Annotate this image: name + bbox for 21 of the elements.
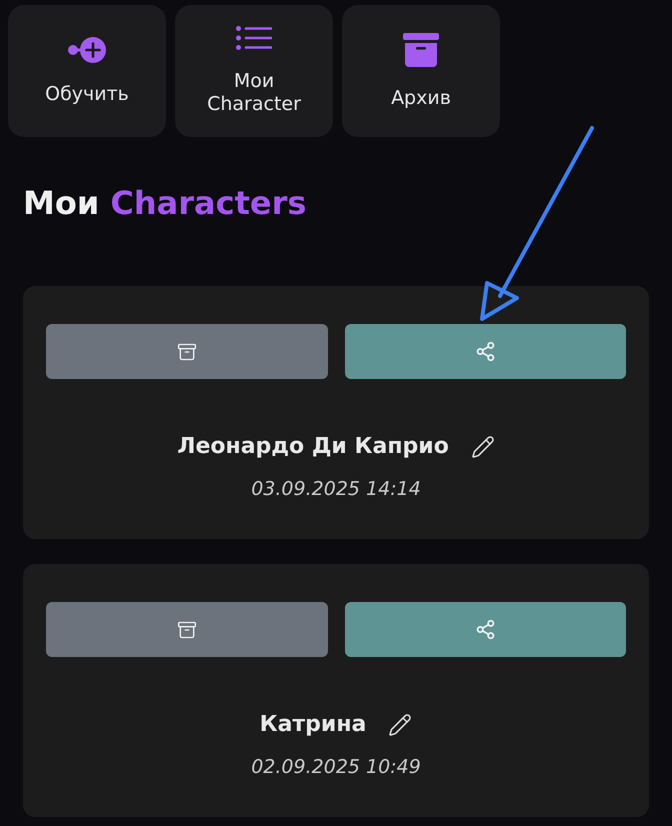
character-date: 02.09.2025 10:49 bbox=[251, 755, 421, 780]
quick-action-tile[interactable]: Архив bbox=[342, 5, 500, 137]
edit-pencil-icon[interactable] bbox=[470, 435, 495, 459]
archive-button[interactable] bbox=[46, 324, 328, 379]
character-name: Леонардо Ди Каприо bbox=[177, 433, 449, 461]
section-heading: Мои Characters bbox=[23, 183, 306, 223]
share-button[interactable] bbox=[344, 602, 626, 657]
archive-button[interactable] bbox=[46, 602, 328, 657]
share-icon bbox=[474, 619, 496, 640]
quick-action-tile[interactable]: Мои Character bbox=[175, 5, 333, 137]
list-icon bbox=[236, 26, 272, 50]
character-date: 03.09.2025 14:14 bbox=[251, 477, 421, 502]
archive-icon bbox=[176, 342, 197, 362]
archive-box-icon bbox=[403, 32, 439, 66]
archive-icon bbox=[176, 620, 197, 640]
share-icon bbox=[474, 341, 496, 362]
edit-pencil-icon[interactable] bbox=[388, 713, 412, 737]
node-plus-icon bbox=[68, 36, 106, 62]
quick-action-tile[interactable]: Обучить bbox=[8, 5, 166, 137]
character-name: Катрина bbox=[260, 711, 366, 739]
share-button[interactable] bbox=[344, 324, 626, 379]
